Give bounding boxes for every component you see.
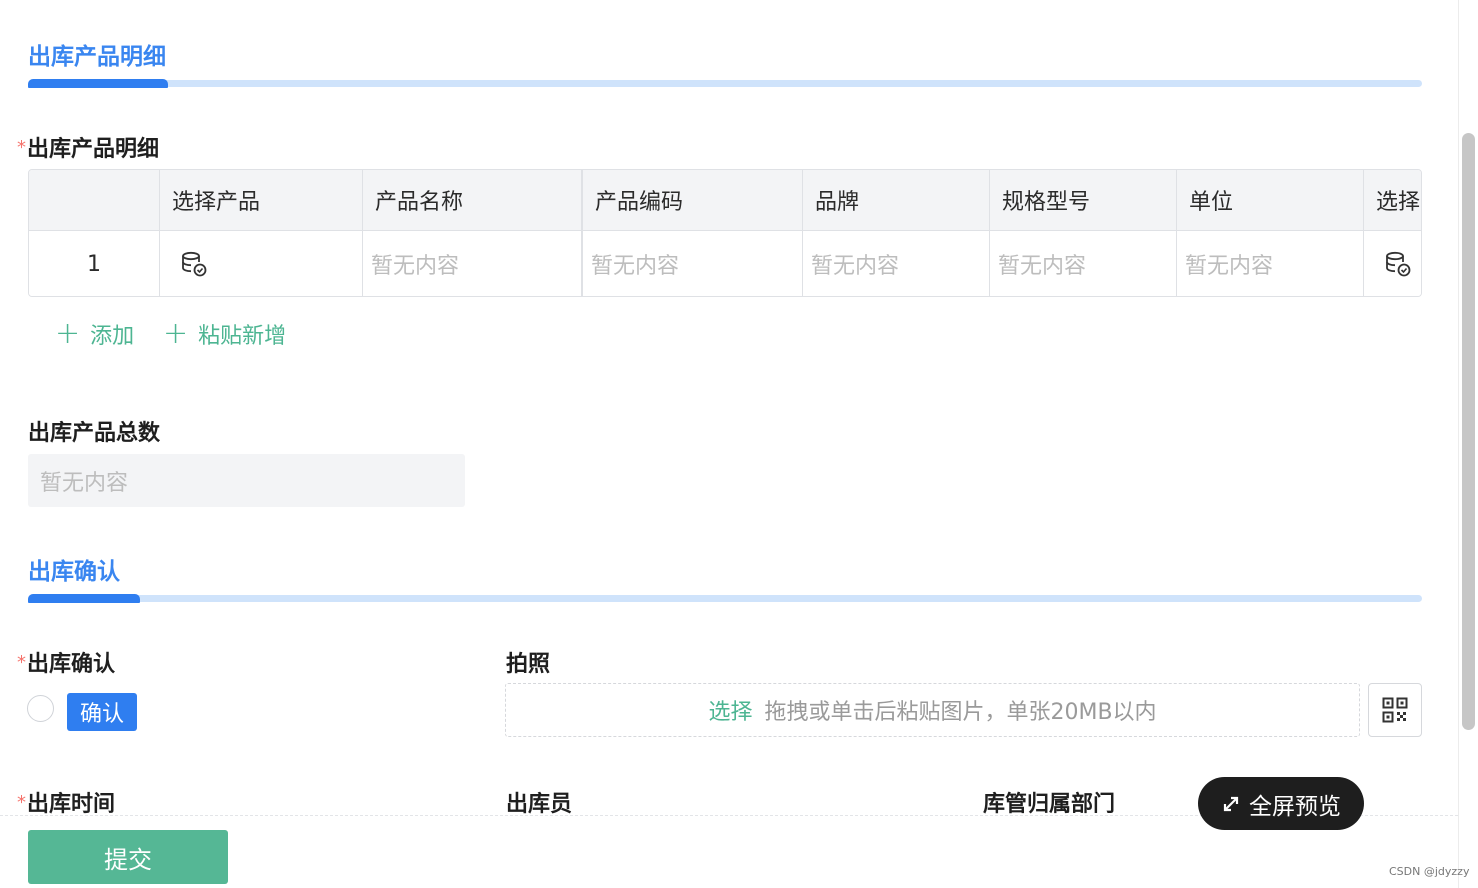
scrollbar-thumb[interactable] — [1462, 133, 1475, 730]
expand-icon — [1223, 796, 1239, 811]
table-header-product-name: 产品名称 — [363, 170, 583, 230]
table-header-select: 选择 — [1376, 190, 1421, 215]
select-product-cell — [160, 231, 363, 296]
table-header-row: 选择产品 产品名称 产品编码 品牌 规格型号 单位 选择 — [29, 170, 1421, 231]
photo-label: 拍照 — [506, 652, 551, 677]
required-marker: * — [17, 652, 26, 673]
select-cell — [1364, 231, 1421, 296]
database-select-icon[interactable] — [1384, 250, 1412, 278]
add-row-label: 添加 — [90, 324, 135, 349]
submit-button[interactable]: 提交 — [28, 830, 228, 884]
photo-upload-area[interactable]: 选择 拖拽或单击后粘贴图片，单张20MB以内 — [505, 683, 1360, 737]
confirm-label: *出库确认 — [17, 646, 115, 678]
fullscreen-preview-label: 全屏预览 — [1249, 793, 1341, 820]
unit-cell: 暂无内容 — [1177, 231, 1364, 296]
paste-add-label: 粘贴新增 — [198, 324, 287, 349]
table-row: 1 暂无内容 暂无内容 暂无内容 暂无内容 暂无内容 — [29, 231, 1421, 296]
outbound-time-label: *出库时间 — [17, 786, 115, 818]
operator-label: 出库员 — [506, 792, 573, 817]
product-detail-table: 选择产品 产品名称 产品编码 品牌 规格型号 单位 选择 1 暂无内容 暂无内容… — [28, 169, 1422, 297]
add-row-button[interactable]: + 添加 — [55, 318, 134, 350]
table-header-product-code: 产品编码 — [583, 170, 803, 230]
confirm-radio[interactable] — [27, 695, 54, 722]
brand-cell: 暂无内容 — [803, 231, 990, 296]
watermark: CSDN @jdyzzy — [1389, 865, 1470, 878]
section-title-confirm: 出库确认 — [28, 559, 120, 585]
fullscreen-preview-button[interactable]: 全屏预览 — [1198, 777, 1364, 830]
section-divider-confirm — [28, 594, 1422, 603]
section-divider-accent — [28, 594, 140, 603]
product-detail-label: *出库产品明细 — [17, 131, 159, 163]
table-header-select-product: 选择产品 — [160, 170, 363, 230]
confirm-label-text: 出库确认 — [27, 652, 116, 677]
table-header-unit: 单位 — [1177, 170, 1364, 230]
plus-icon: + — [163, 316, 189, 351]
paste-add-button[interactable]: + 粘贴新增 — [163, 318, 286, 350]
qr-code-button[interactable] — [1368, 683, 1422, 737]
section-divider-product — [28, 79, 1422, 88]
product-detail-label-text: 出库产品明细 — [27, 137, 160, 162]
product-name-cell: 暂无内容 — [363, 231, 583, 296]
row-index: 1 — [29, 231, 160, 296]
plus-icon: + — [55, 316, 81, 351]
section-divider-accent — [28, 79, 168, 88]
section-title-product: 出库产品明细 — [28, 44, 166, 70]
table-header-brand: 品牌 — [803, 170, 990, 230]
qr-code-icon — [1382, 697, 1408, 723]
spec-cell: 暂无内容 — [990, 231, 1177, 296]
total-field: 暂无内容 — [28, 454, 465, 507]
required-marker: * — [17, 792, 26, 813]
department-label: 库管归属部门 — [983, 792, 1116, 817]
required-marker: * — [17, 137, 26, 158]
upload-hint: 拖拽或单击后粘贴图片，单张20MB以内 — [764, 700, 1157, 725]
database-select-icon[interactable] — [180, 250, 208, 278]
table-header-spec: 规格型号 — [990, 170, 1177, 230]
product-code-cell: 暂无内容 — [583, 231, 803, 296]
confirm-option-tag[interactable]: 确认 — [67, 693, 137, 731]
outbound-time-label-text: 出库时间 — [27, 792, 116, 817]
total-label: 出库产品总数 — [28, 421, 161, 446]
table-header-index — [29, 170, 160, 230]
upload-select-link[interactable]: 选择 — [708, 694, 752, 726]
